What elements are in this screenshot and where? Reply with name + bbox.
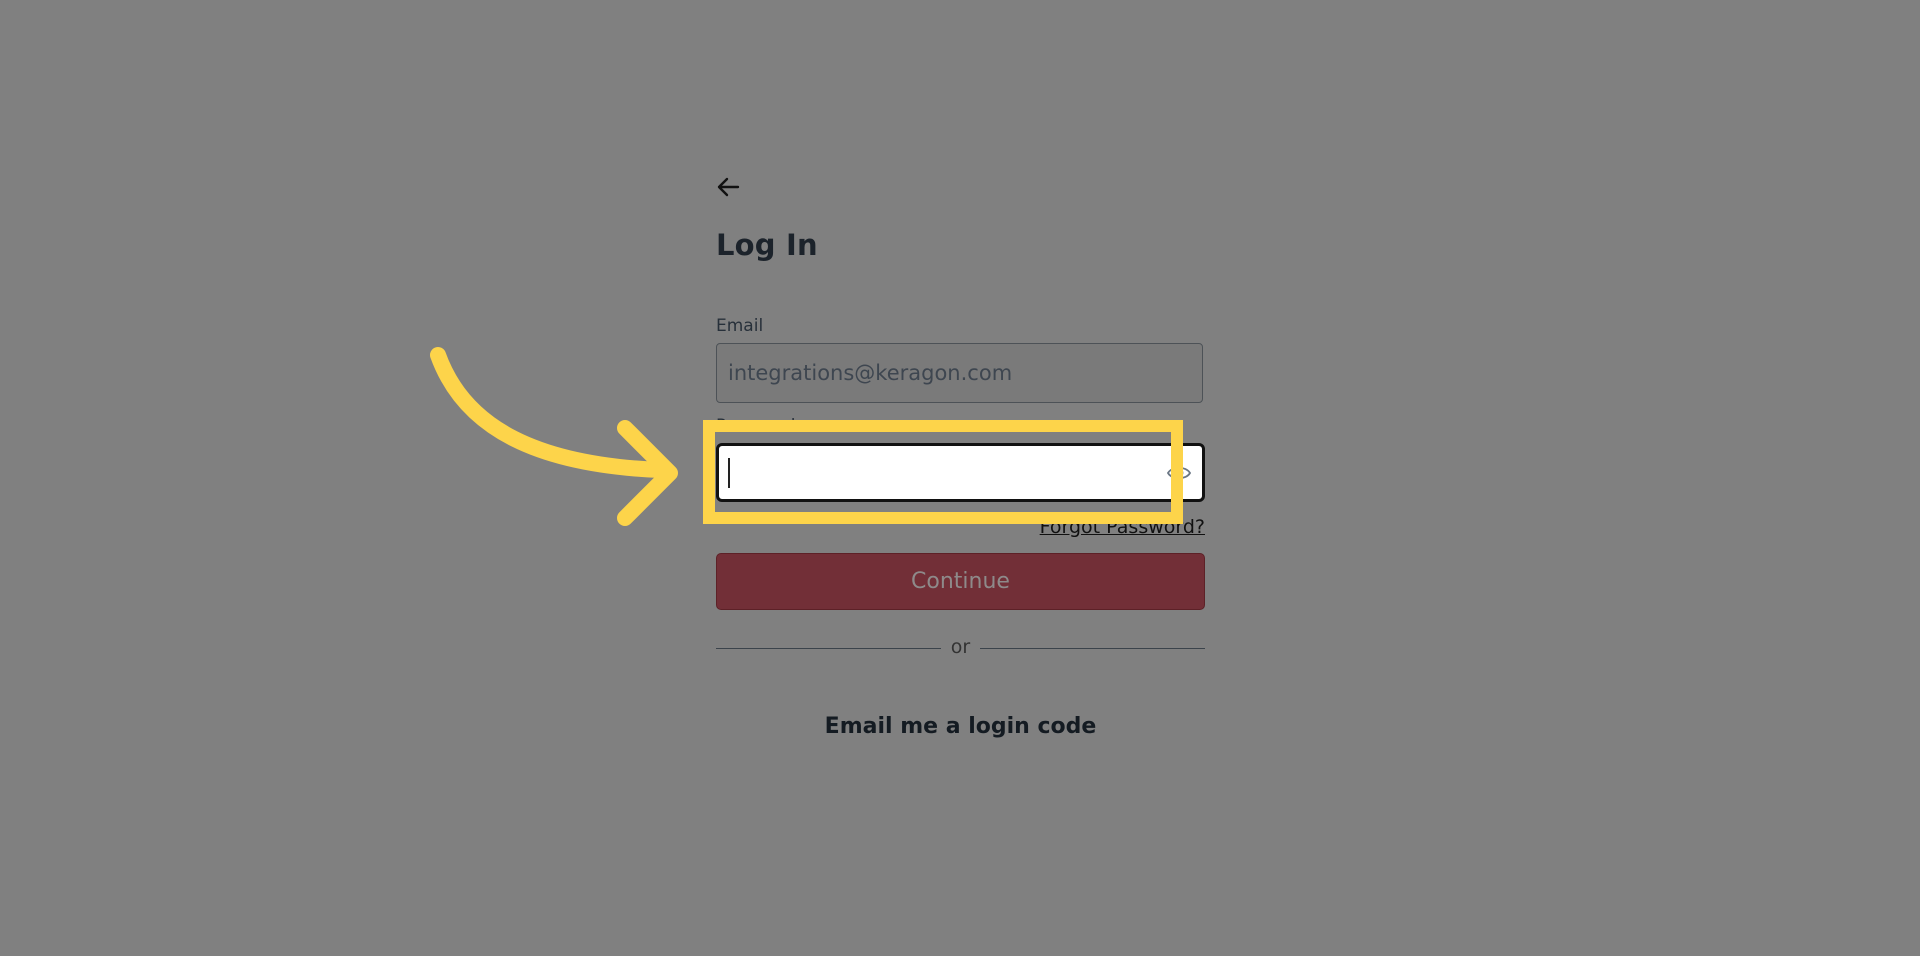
email-field[interactable]: integrations@keragon.com	[716, 343, 1203, 403]
arrow-left-icon	[717, 177, 740, 197]
login-page: Log In Email integrations@keragon.com Pa…	[0, 0, 1920, 956]
forgot-password-link[interactable]: Forgot Password?	[1040, 516, 1205, 538]
or-divider: or	[716, 636, 1205, 658]
email-value: integrations@keragon.com	[728, 361, 1013, 385]
password-label: Password	[716, 416, 796, 436]
password-field[interactable]	[716, 443, 1205, 502]
email-label: Email	[716, 316, 764, 336]
divider-line-right	[980, 648, 1205, 649]
continue-button[interactable]: Continue	[716, 553, 1205, 610]
annotation-arrow-icon	[430, 347, 678, 526]
divider-text: or	[950, 636, 971, 658]
email-login-code-link[interactable]: Email me a login code	[716, 714, 1205, 739]
page-title: Log In	[716, 228, 818, 262]
text-caret	[728, 458, 730, 488]
eye-icon[interactable]	[1166, 463, 1192, 483]
back-button[interactable]	[716, 172, 746, 202]
